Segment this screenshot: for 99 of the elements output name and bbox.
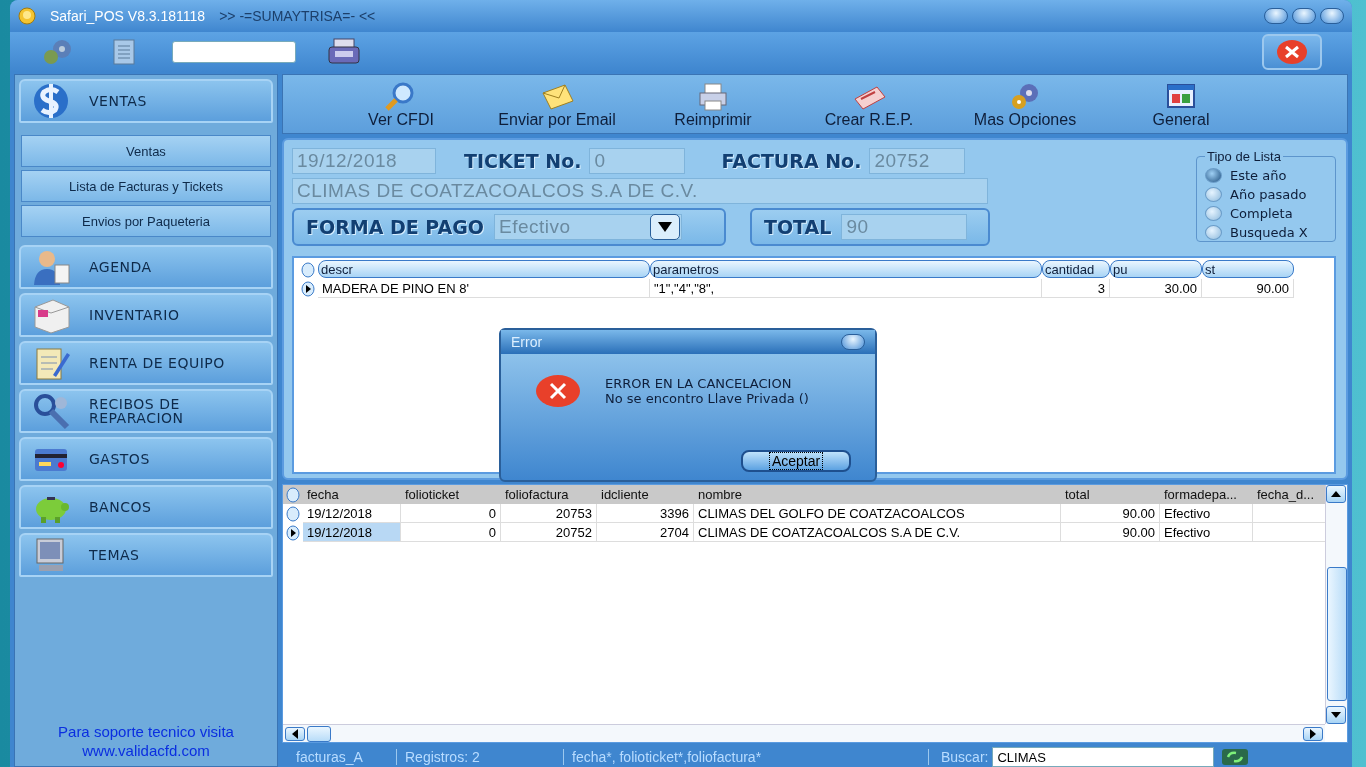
column-header[interactable]: fecha bbox=[303, 485, 401, 504]
column-header[interactable]: nombre bbox=[694, 485, 1061, 504]
sidebar-section[interactable]: INVENTARIO bbox=[19, 293, 273, 337]
toolbar-button[interactable]: General bbox=[1103, 81, 1259, 129]
app-logo-icon bbox=[18, 7, 36, 25]
group-title: Tipo de Lista bbox=[1205, 149, 1283, 164]
column-header[interactable]: total bbox=[1061, 485, 1160, 504]
scroll-right-button[interactable] bbox=[1303, 726, 1323, 741]
table-cell: 19/12/2018 bbox=[303, 523, 401, 542]
maximize-button[interactable] bbox=[1292, 8, 1316, 24]
table-cell: MADERA DE PINO EN 8' bbox=[318, 279, 650, 298]
scroll-left-button[interactable] bbox=[285, 726, 305, 741]
sidebar-section[interactable]: RECIBOS DE REPARACION bbox=[19, 389, 273, 433]
column-header[interactable]: folioticket bbox=[401, 485, 501, 504]
column-header[interactable]: pu bbox=[1110, 260, 1202, 278]
table-cell: "1","4","8", bbox=[650, 279, 1042, 298]
table-cell: Efectivo bbox=[1160, 504, 1253, 523]
row-indicator-icon bbox=[286, 486, 300, 503]
table-cell: 20753 bbox=[501, 504, 597, 523]
accept-button[interactable]: Aceptar bbox=[741, 450, 851, 472]
down-arrow-icon bbox=[1331, 712, 1341, 718]
tools-icon bbox=[31, 391, 71, 431]
dialog-close-button[interactable] bbox=[841, 334, 865, 350]
invoice-label: FACTURA No. bbox=[720, 150, 863, 172]
table-cell: 30.00 bbox=[1110, 279, 1202, 298]
toolbar-button[interactable]: Mas Opciones bbox=[947, 81, 1103, 129]
horizontal-scrollbar[interactable] bbox=[283, 724, 1325, 742]
sidebar-item[interactable]: Lista de Facturas y Tickets bbox=[21, 170, 271, 202]
sidebar-section[interactable]: GASTOS bbox=[19, 437, 273, 481]
printer-icon[interactable] bbox=[326, 37, 362, 67]
scrollbar-thumb[interactable] bbox=[307, 725, 331, 742]
sidebar-section[interactable]: RENTA DE EQUIPO bbox=[19, 341, 273, 385]
dropdown-arrow-icon bbox=[657, 221, 673, 233]
table-cell: 90.00 bbox=[1202, 279, 1294, 298]
table-cell: 0 bbox=[401, 523, 501, 542]
right-arrow-icon bbox=[1310, 728, 1316, 739]
toolbar-input-field[interactable] bbox=[172, 41, 296, 63]
row-indicator-icon bbox=[301, 261, 315, 278]
column-header[interactable]: parametros bbox=[650, 260, 1042, 278]
close-icon bbox=[1276, 39, 1308, 65]
toolbar-button[interactable]: Crear R.E.P. bbox=[791, 81, 947, 129]
table-cell: 0 bbox=[401, 504, 501, 523]
table-cell: 90.00 bbox=[1061, 504, 1160, 523]
radio-option[interactable]: Completa bbox=[1205, 205, 1327, 222]
minimize-button[interactable] bbox=[1264, 8, 1288, 24]
column-header[interactable]: fecha_d... bbox=[1253, 485, 1325, 504]
column-header[interactable]: formadepa... bbox=[1160, 485, 1253, 504]
column-header[interactable]: descr bbox=[318, 260, 650, 278]
dollar-icon bbox=[31, 81, 71, 121]
window-title: Safari_POS V8.3.181118 bbox=[50, 8, 206, 24]
table-cell: CLIMAS DE COATZACOALCOS S.A DE C.V. bbox=[694, 523, 1061, 542]
toolbar-button[interactable]: Reimprimir bbox=[635, 81, 791, 129]
error-icon bbox=[535, 374, 581, 408]
scrollbar-thumb[interactable] bbox=[1327, 567, 1347, 701]
table-name: facturas_A bbox=[288, 749, 397, 765]
sidebar-item[interactable]: Ventas bbox=[21, 135, 271, 167]
column-header[interactable]: st bbox=[1202, 260, 1294, 278]
close-button[interactable] bbox=[1262, 34, 1322, 70]
payment-label: FORMA DE PAGO bbox=[305, 216, 485, 238]
dialog-title: Error bbox=[511, 334, 543, 350]
support-text: Para soporte tecnico visita bbox=[58, 722, 234, 741]
search-field[interactable]: CLIMAS bbox=[992, 747, 1215, 767]
sidebar-section[interactable]: VENTAS bbox=[19, 79, 273, 123]
scroll-up-button[interactable] bbox=[1326, 485, 1346, 503]
sidebar-section[interactable]: TEMAS bbox=[19, 533, 273, 577]
sort-fields: fecha*, folioticket*,foliofactura* bbox=[564, 749, 929, 765]
close-button[interactable] bbox=[1320, 8, 1344, 24]
total-label: TOTAL bbox=[763, 216, 833, 238]
toolbar-button[interactable]: Enviar por Email bbox=[479, 81, 635, 129]
up-arrow-icon bbox=[1331, 491, 1341, 497]
column-header[interactable]: cantidad bbox=[1042, 260, 1110, 278]
support-link[interactable]: www.validacfd.com bbox=[82, 741, 210, 760]
toolbar-button[interactable]: Ver CFDI bbox=[323, 81, 479, 129]
scroll-down-button[interactable] bbox=[1326, 706, 1346, 724]
column-header[interactable]: idcliente bbox=[597, 485, 694, 504]
vertical-scrollbar[interactable] bbox=[1325, 485, 1347, 724]
envelope-icon bbox=[539, 81, 575, 111]
radio-option[interactable]: Busqueda X bbox=[1205, 224, 1327, 241]
table-cell: 2704 bbox=[597, 523, 694, 542]
radio-option[interactable]: Este año bbox=[1205, 167, 1327, 184]
sidebar-section[interactable]: BANCOS bbox=[19, 485, 273, 529]
table-cell: CLIMAS DEL GOLFO DE COATZACOALCOS bbox=[694, 504, 1061, 523]
error-message: ERROR EN LA CANCELACION bbox=[605, 376, 793, 391]
table-cell: 90.00 bbox=[1061, 523, 1160, 542]
search-label: Buscar: bbox=[940, 749, 989, 765]
table-cell: 3 bbox=[1042, 279, 1110, 298]
ticket-label: TICKET No. bbox=[463, 150, 583, 172]
column-header[interactable]: foliofactura bbox=[501, 485, 597, 504]
refresh-icon[interactable] bbox=[1222, 749, 1249, 765]
table-cell: Efectivo bbox=[1160, 523, 1253, 542]
left-arrow-icon bbox=[292, 728, 298, 739]
radio-option[interactable]: Año pasado bbox=[1205, 186, 1327, 203]
window-subtitle: >> -=SUMAYTRISA=- << bbox=[219, 8, 376, 24]
sidebar-item[interactable]: Envios por Paqueteria bbox=[21, 205, 271, 237]
sidebar-section[interactable]: AGENDA bbox=[19, 245, 273, 289]
record-count: Registros: 2 bbox=[397, 749, 564, 765]
table-cell: 3396 bbox=[597, 504, 694, 523]
error-detail: No se encontro Llave Privada () bbox=[605, 391, 809, 406]
table-cell: 20752 bbox=[501, 523, 597, 542]
